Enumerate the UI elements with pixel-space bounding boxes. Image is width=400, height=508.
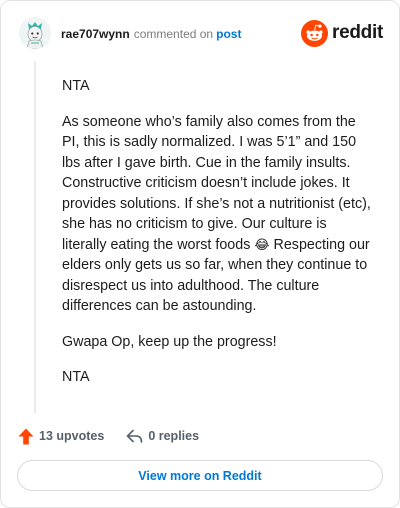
upvote-button[interactable]: 13 upvotes [18, 428, 104, 445]
thread-line [34, 61, 36, 413]
comment-paragraph: NTA [62, 369, 90, 385]
comment-header: rae707wynn commented on post reddit [17, 15, 383, 53]
view-more-button[interactable]: View more on Reddit [17, 460, 383, 491]
laughing-emoji-icon: 😂 [254, 236, 270, 252]
post-link[interactable]: post [216, 27, 241, 41]
upvote-arrow-icon [18, 428, 34, 444]
comment-actions: 13 upvotes 0 replies [18, 426, 221, 446]
user-avatar[interactable] [19, 17, 51, 49]
comment-paragraph: NTA [62, 78, 90, 94]
comment-body: NTA As someone who’s family also comes f… [62, 76, 374, 403]
comment-card: rae707wynn commented on post reddit NTA As… [0, 0, 400, 508]
comment-paragraph: As someone who’s family also comes from … [62, 112, 374, 317]
reply-arrow-icon [127, 429, 143, 443]
reply-count: 0 replies [148, 429, 200, 443]
reply-button[interactable]: 0 replies [126, 429, 199, 444]
upvote-count: 13 upvotes [39, 429, 105, 443]
reddit-logo[interactable]: reddit [301, 18, 383, 48]
avatar-icon [19, 17, 51, 49]
commented-on-text: commented on [133, 27, 214, 41]
reddit-wordmark: reddit [332, 22, 383, 43]
reddit-snoo-icon [301, 19, 329, 47]
comment-paragraph-text: As someone who’s family also comes from … [62, 113, 371, 253]
comment-paragraph: Gwapa Op, keep up the progress! [62, 333, 277, 350]
username-link[interactable]: rae707wynn [61, 27, 130, 41]
comment-meta: rae707wynn commented on post [61, 26, 241, 42]
